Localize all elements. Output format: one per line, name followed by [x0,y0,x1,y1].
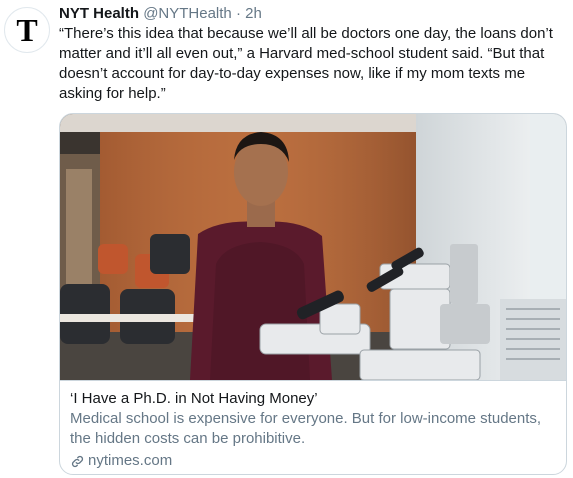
card-body[interactable]: ‘I Have a Ph.D. in Not Having Money’ Med… [60,380,566,474]
card-domain[interactable]: nytimes.com [70,451,556,471]
avatar[interactable]: T [4,7,50,53]
link-card[interactable]: ‘I Have a Ph.D. in Not Having Money’ Med… [59,113,567,475]
card-photo [60,114,566,380]
card-title[interactable]: ‘I Have a Ph.D. in Not Having Money’ [70,389,556,409]
link-icon [71,455,84,467]
card-description: Medical school is expensive for everyone… [70,410,542,447]
card-domain-text[interactable]: nytimes.com [88,451,172,471]
tweet[interactable]: T NYT Health @NYTHealth · 2h “There’s th… [0,0,573,478]
tweet-timestamp[interactable]: 2h [245,5,262,22]
author-handle[interactable]: @NYTHealth [143,5,232,22]
nyt-logo-icon: T [16,12,37,48]
author-name[interactable]: NYT Health [59,5,139,22]
tweet-text: “There’s this idea that because we’ll al… [59,25,553,102]
tweet-header: NYT Health @NYTHealth · 2h [59,4,262,24]
svg-text:T: T [16,12,37,48]
card-image[interactable] [60,114,566,380]
separator-dot: · [235,5,241,22]
